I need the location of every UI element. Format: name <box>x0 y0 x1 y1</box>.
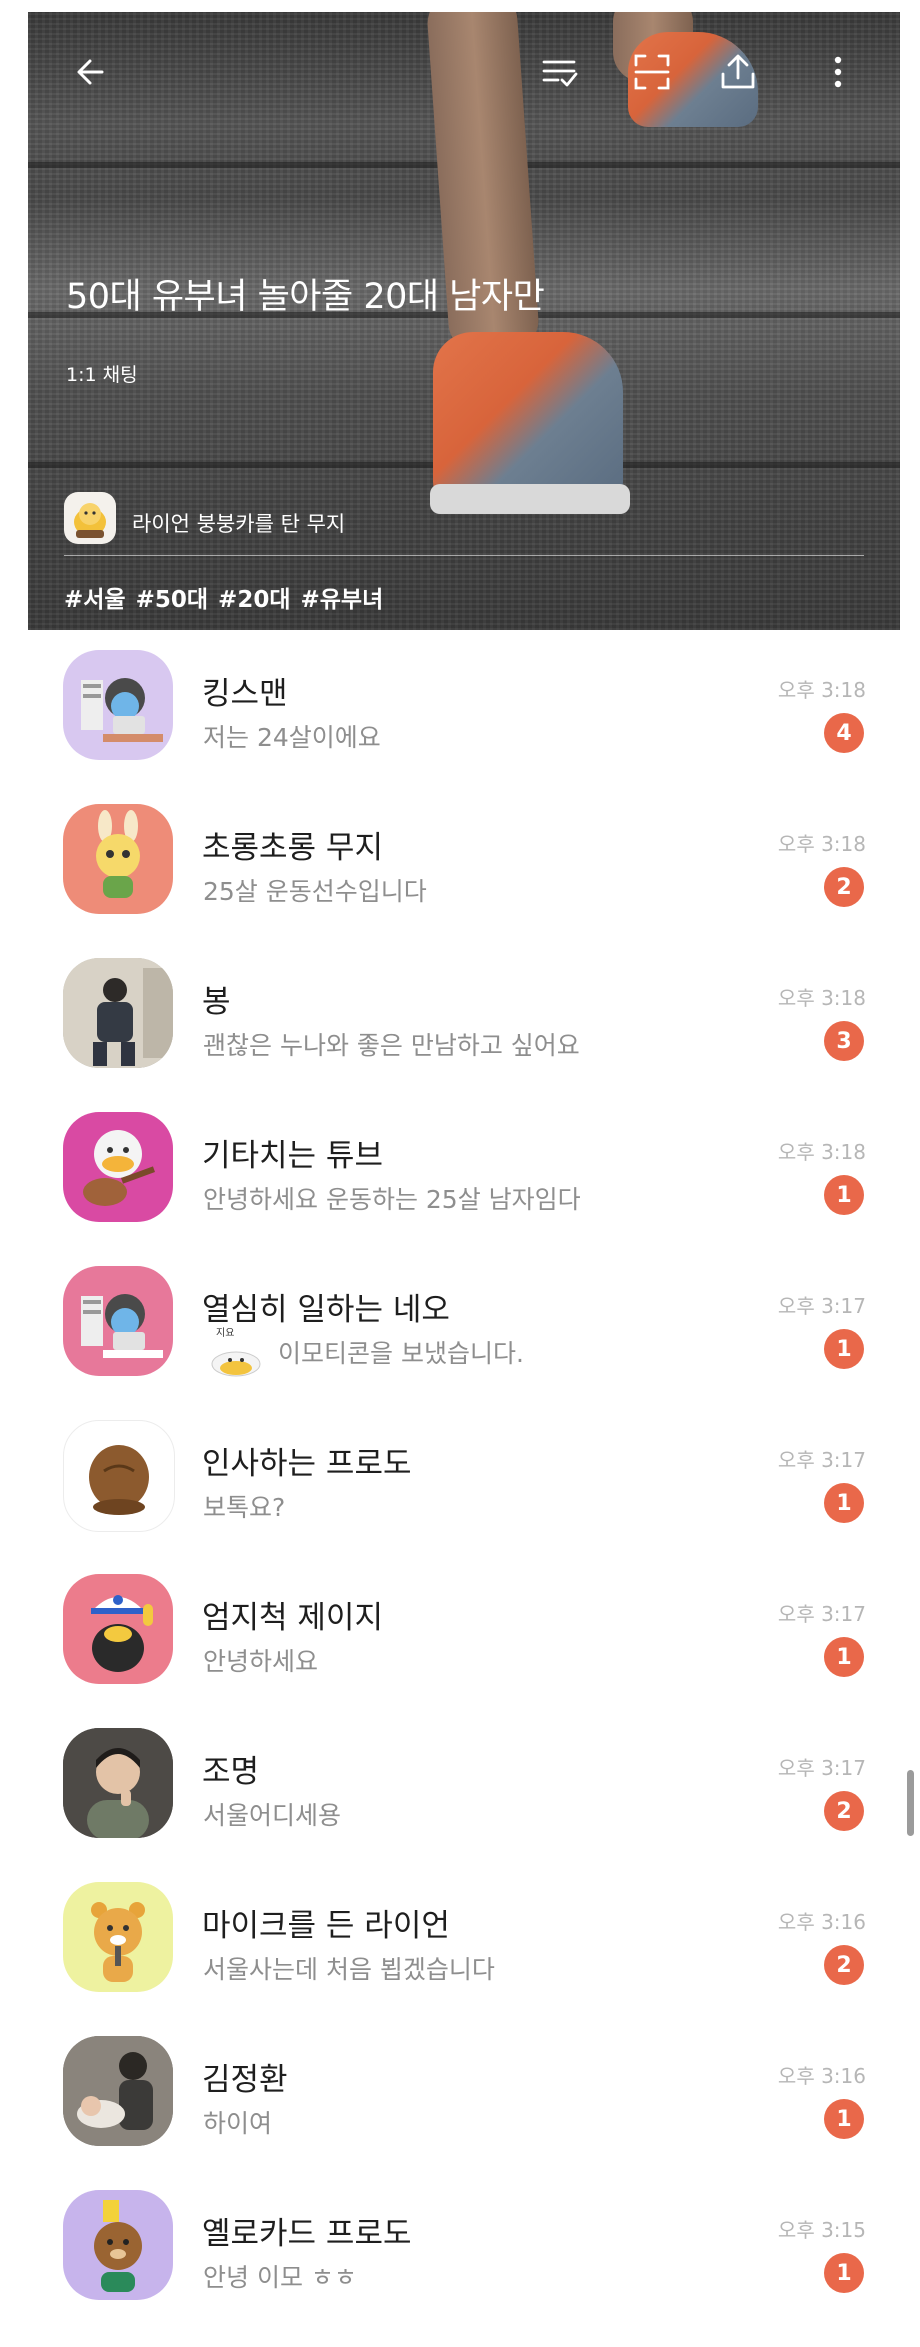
chat-name: 옐로카드 프로도 <box>202 2216 412 2252</box>
owner-avatar[interactable] <box>64 492 116 544</box>
profile-avatar[interactable] <box>63 1112 173 1222</box>
scrollbar[interactable] <box>907 1770 914 1836</box>
chat-last-message: 이모티콘을 보냈습니다. <box>278 1339 524 1368</box>
chat-row[interactable]: 초롱초롱 무지 25살 운동선수입니다 오후 3:18 2 <box>0 784 920 938</box>
shoe-shape <box>433 332 623 502</box>
shoe-sole-shape <box>430 484 630 514</box>
chat-row[interactable]: 열심히 일하는 네오 지요 이모티콘을 보냈습니다. 오후 3:17 1 <box>0 1246 920 1400</box>
profile-avatar[interactable] <box>63 650 173 760</box>
chat-name: 엄지척 제이지 <box>202 1600 383 1636</box>
chat-name: 열심히 일하는 네오 <box>202 1292 450 1328</box>
back-arrow-icon[interactable] <box>72 52 112 92</box>
chat-header-banner: 50대 유부녀 놀아줄 20대 남자만 1:1 채팅 라이언 붕붕카를 탄 무지… <box>28 12 900 630</box>
chat-time: 오후 3:18 <box>777 832 866 856</box>
chat-time: 오후 3:17 <box>777 1602 866 1626</box>
chat-row[interactable]: 기타치는 튜브 안녕하세요 운동하는 25살 남자임다 오후 3:18 1 <box>0 1092 920 1246</box>
chat-name: 조명 <box>202 1754 260 1790</box>
chat-time: 오후 3:17 <box>777 1448 866 1472</box>
chat-room-type: 1:1 채팅 <box>66 364 138 386</box>
profile-avatar[interactable] <box>63 1728 173 1838</box>
chat-name: 기타치는 튜브 <box>202 1138 383 1174</box>
profile-avatar[interactable] <box>63 1882 173 1992</box>
hashtag[interactable]: #50대 <box>136 587 208 613</box>
chat-list: 킹스맨 저는 24살이에요 오후 3:18 4 초롱초롱 무지 25살 운동선수… <box>0 630 920 2324</box>
share-upload-icon[interactable] <box>718 52 758 92</box>
chat-name: 초롱초롱 무지 <box>202 830 383 866</box>
chat-time: 오후 3:17 <box>777 1294 866 1318</box>
unread-badge: 3 <box>824 1021 864 1061</box>
profile-avatar[interactable] <box>63 804 173 914</box>
profile-avatar[interactable] <box>63 2190 173 2300</box>
emoticon-sticker: 지요 <box>211 1327 261 1377</box>
hashtag[interactable]: #유부녀 <box>301 587 384 613</box>
chat-row[interactable]: 인사하는 프로도 보톡요? 오후 3:17 1 <box>0 1400 920 1554</box>
unread-badge: 1 <box>824 1483 864 1523</box>
chat-last-message: 하이여 <box>203 2109 273 2138</box>
profile-avatar[interactable] <box>63 1574 173 1684</box>
unread-badge: 2 <box>824 1791 864 1831</box>
more-vertical-icon[interactable] <box>818 52 858 92</box>
unread-badge: 1 <box>824 2099 864 2139</box>
chat-room-title: 50대 유부녀 놀아줄 20대 남자만 <box>66 277 545 317</box>
chat-last-message: 괜찮은 누나와 좋은 만남하고 싶어요 <box>203 1031 580 1060</box>
chat-last-message: 25살 운동선수입니다 <box>203 877 427 906</box>
chat-name: 김정환 <box>202 2062 288 2098</box>
scan-icon[interactable] <box>632 52 672 92</box>
chat-last-message: 안녕 이모 ㅎㅎ <box>203 2263 357 2292</box>
profile-avatar[interactable] <box>63 958 173 1068</box>
chat-last-message: 보톡요? <box>203 1493 286 1522</box>
emoticon-text: 지요 <box>216 1327 234 1339</box>
unread-badge: 2 <box>824 1945 864 1985</box>
chat-last-message: 서울어디세용 <box>203 1801 342 1830</box>
chat-time: 오후 3:18 <box>777 986 866 1010</box>
chat-name: 봉 <box>202 984 231 1020</box>
filter-check-icon[interactable] <box>540 52 580 92</box>
chat-time: 오후 3:17 <box>777 1756 866 1780</box>
chat-time: 오후 3:18 <box>777 1140 866 1164</box>
chat-name: 킹스맨 <box>202 676 288 712</box>
chat-time: 오후 3:16 <box>777 1910 866 1934</box>
chat-row[interactable]: 김정환 하이여 오후 3:16 1 <box>0 2016 920 2170</box>
header-divider <box>64 555 864 556</box>
chat-last-message: 저는 24살이에요 <box>203 723 381 752</box>
chat-time: 오후 3:15 <box>777 2218 866 2242</box>
chat-last-message: 안녕하세요 <box>203 1647 319 1676</box>
chat-last-message: 서울사는데 처음 뵙겠습니다 <box>203 1955 495 1984</box>
chat-last-message: 안녕하세요 운동하는 25살 남자임다 <box>203 1185 581 1214</box>
chat-name: 인사하는 프로도 <box>202 1446 412 1482</box>
unread-badge: 1 <box>824 1637 864 1677</box>
chat-time: 오후 3:18 <box>777 678 866 702</box>
owner-name[interactable]: 라이언 붕붕카를 탄 무지 <box>132 508 345 538</box>
hashtag[interactable]: #서울 <box>64 587 126 613</box>
chat-name: 마이크를 든 라이언 <box>202 1908 450 1944</box>
chat-time: 오후 3:16 <box>777 2064 866 2088</box>
chat-row[interactable]: 엄지척 제이지 안녕하세요 오후 3:17 1 <box>0 1554 920 1708</box>
hashtag[interactable]: #20대 <box>218 587 290 613</box>
chat-row[interactable]: 봉 괜찮은 누나와 좋은 만남하고 싶어요 오후 3:18 3 <box>0 938 920 1092</box>
unread-badge: 1 <box>824 2253 864 2293</box>
profile-avatar[interactable] <box>63 2036 173 2146</box>
unread-badge: 1 <box>824 1329 864 1369</box>
hashtag-list: #서울 #50대 #20대 #유부녀 <box>64 580 393 614</box>
chat-row[interactable]: 킹스맨 저는 24살이에요 오후 3:18 4 <box>0 630 920 784</box>
unread-badge: 2 <box>824 867 864 907</box>
chat-row[interactable]: 조명 서울어디세용 오후 3:17 2 <box>0 1708 920 1862</box>
profile-avatar[interactable] <box>63 1266 173 1376</box>
chat-row[interactable]: 마이크를 든 라이언 서울사는데 처음 뵙겠습니다 오후 3:16 2 <box>0 1862 920 2016</box>
chat-row[interactable]: 옐로카드 프로도 안녕 이모 ㅎㅎ 오후 3:15 1 <box>0 2170 920 2324</box>
unread-badge: 4 <box>824 713 864 753</box>
profile-avatar[interactable] <box>63 1420 175 1532</box>
unread-badge: 1 <box>824 1175 864 1215</box>
